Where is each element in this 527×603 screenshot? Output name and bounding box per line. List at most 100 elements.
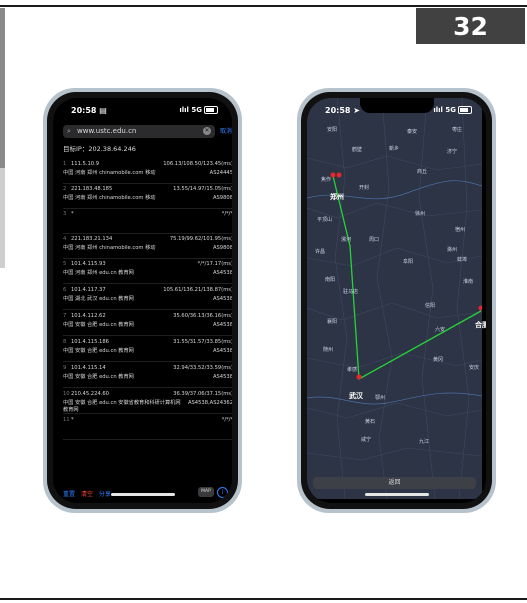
hop-ip: 210.45.224.60 (71, 391, 109, 397)
map-place-label: 鄂州 (375, 395, 386, 401)
map-place-label: 枣庄 (452, 127, 463, 133)
map-place-label: 焦作 (321, 177, 332, 183)
hop-latency: */*/* (221, 211, 232, 217)
hop-location: 中国 安徽 合肥 edu.cn 教育网 (63, 374, 134, 380)
hop-row[interactable]: 9 101.4.115.14 32.94/33.52/33.59(ms) 中国 安徽 … (63, 364, 232, 388)
map-button[interactable]: MAP (198, 487, 214, 497)
hop-latency: 105.61/136.21/138.87(ms) (163, 287, 232, 293)
city-zhengzhou: 郑州 (330, 193, 344, 201)
hop-ip: 101.4.117.37 (71, 287, 106, 293)
hop-location: 中国 河南 郑州 chinamobile.com 移动 (63, 245, 156, 251)
hop-location: 中国 安徽 合肥 edu.cn 安徽省教育和科研计算机网教育网 (63, 400, 181, 413)
hop-location: 中国 河南 郑州 edu.cn 教育网 (63, 270, 134, 276)
hop-ip: 101.4.115.14 (71, 365, 106, 371)
hop-number: 1 (63, 161, 67, 167)
map-place-label: 蚌埠 (457, 257, 468, 263)
hop-location: 中国 河南 郑州 chinamobile.com 移动 (63, 195, 156, 201)
hop-location: 中国 安徽 合肥 edu.cn 教育网 (63, 348, 134, 354)
map-place-label: 信阳 (425, 303, 436, 309)
hop-asn: AS4538 (212, 348, 232, 354)
hop-number: 9 (63, 365, 67, 371)
record-button[interactable] (230, 486, 232, 497)
info-icon[interactable]: i (217, 487, 228, 498)
hop-row[interactable]: 7 101.4.112.62 35.60/36.13/36.16(ms) 中国 安徽 … (63, 312, 232, 336)
map-place-label: 南阳 (325, 277, 336, 283)
hop-divider (63, 208, 232, 209)
hop-number: 3 (63, 211, 67, 217)
hop-latency: 106.13/108.50/123.45(ms) (163, 161, 232, 167)
search-icon: ⌕ (67, 127, 71, 135)
reset-button[interactable]: 重置 (63, 491, 75, 498)
map-place-label: 宿州 (455, 227, 466, 233)
hop-asn: AS4538 (212, 322, 232, 328)
left-scrollbar[interactable] (0, 8, 5, 168)
map-place-label: 黄冈 (433, 357, 444, 363)
hop-latency: */*/* (221, 417, 232, 423)
map-place-label: 周口 (369, 237, 380, 243)
hop-location: 中国 湖北 武汉 edu.cn 教育网 (63, 296, 134, 302)
city-wuhan: 武汉 (349, 392, 363, 400)
right-phone: 安阳 鹤壁 新乡 焦作 开封 商丘 济宁 徐州 宿州 蚌埠 淮南 平顶山 漯河 周口 阜阳 南阳 驻马店 信阳 六安… (297, 88, 496, 513)
hop-row[interactable]: 1 111.5.10.9 106.13/108.50/123.45(ms) 中国 河南… (63, 160, 232, 184)
hop-latency: 75.19/99.62/101.95(ms) (169, 236, 232, 242)
hop-latency: 35.60/36.13/36.16(ms) (173, 313, 232, 319)
map-place-label: 随州 (323, 347, 334, 353)
traceroute-screen: 20:58 ▤ ılıl 5G ⌕ www.ustc.edu.cn ✕ 取消 目… (53, 98, 232, 503)
signal-icon: ılıl (179, 106, 189, 114)
map-place-label: 阜阳 (403, 259, 414, 265)
target-ip: 目标IP：202.38.64.246 (63, 145, 136, 153)
map-place-label: 九江 (419, 439, 430, 445)
map-canvas (307, 98, 482, 499)
hop-ip: 101.4.115.93 (71, 261, 106, 267)
map-place-label: 黄石 (365, 419, 376, 425)
status-time: 20:58 ➤ (325, 106, 360, 115)
clear-icon[interactable]: ✕ (203, 127, 211, 135)
hop-asn: AS9808 (212, 195, 232, 201)
hop-divider (63, 361, 232, 362)
hop-row[interactable]: 2 221.183.48.185 13.55/14.97/15.05(ms) 中国 河… (63, 185, 232, 209)
slide-number: 32 (416, 8, 525, 44)
notch (359, 98, 434, 113)
search-input[interactable]: ⌕ www.ustc.edu.cn ✕ (63, 125, 215, 138)
home-indicator (364, 493, 429, 496)
map-place-label: 泰安 (407, 129, 418, 135)
hop-asn: AS24445 (209, 170, 232, 176)
battery-icon (204, 106, 218, 114)
hop-row[interactable]: 8 101.4.115.186 31.55/31.57/33.85(ms) 中国 安徽… (63, 338, 232, 362)
battery-icon (458, 106, 472, 114)
hop-number: 7 (63, 313, 67, 319)
hop-row[interactable]: 3 * */*/* (63, 210, 232, 234)
hop-number: 10 (63, 391, 70, 397)
map-place-label: 咸宁 (361, 437, 372, 443)
hop-row[interactable]: 10 210.45.224.60 36.39/37.06/37.15(ms) 中国 安… (63, 390, 232, 414)
signal-indicator: ılıl 5G (179, 106, 218, 114)
hop-asn: AS4538 (212, 374, 232, 380)
bottom-toolbar: 重置 清空 分享 (63, 489, 115, 498)
hop-location: 中国 安徽 合肥 edu.cn 教育网 (63, 322, 134, 328)
map-place-label: 襄阳 (327, 319, 338, 325)
hop-divider (63, 183, 232, 184)
notch (105, 98, 180, 113)
signal-icon: ılıl (433, 106, 443, 114)
map-place-label: 商丘 (417, 169, 428, 175)
left-phone: 20:58 ▤ ılıl 5G ⌕ www.ustc.edu.cn ✕ 取消 目… (43, 88, 242, 513)
hop-number: 6 (63, 287, 67, 293)
hop-divider (63, 413, 232, 414)
back-button[interactable]: 返回 (313, 477, 476, 489)
hop-row[interactable]: 11 * */*/* (63, 416, 232, 440)
map-screen: 安阳 鹤壁 新乡 焦作 开封 商丘 济宁 徐州 宿州 蚌埠 淮南 平顶山 漯河 周口 阜阳 南阳 驻马店 信阳 六安… (307, 98, 486, 503)
hop-row[interactable]: 4 221.183.21.134 75.19/99.62/101.95(ms) 中国 … (63, 235, 232, 259)
map-place-label: 淮南 (463, 279, 474, 285)
hop-asn: AS4538 (212, 270, 232, 276)
hop-row[interactable]: 5 101.4.115.93 */*/17.17(ms) 中国 河南 郑州 edu.c… (63, 260, 232, 284)
hop-number: 11 (63, 417, 70, 423)
hop-divider (63, 233, 232, 234)
map-place-label: 徐州 (415, 211, 426, 217)
share-button[interactable]: 分享 (99, 491, 111, 498)
hop-latency: 31.55/31.57/33.85(ms) (173, 339, 232, 345)
route-map[interactable]: 安阳 鹤壁 新乡 焦作 开封 商丘 济宁 徐州 宿州 蚌埠 淮南 平顶山 漯河 周口 阜阳 南阳 驻马店 信阳 六安… (307, 98, 486, 503)
map-place-label: 开封 (359, 185, 370, 191)
clear-button[interactable]: 清空 (81, 491, 93, 498)
cancel-button[interactable]: 取消 (220, 125, 232, 138)
hop-row[interactable]: 6 101.4.117.37 105.61/136.21/138.87(ms) 中国 … (63, 286, 232, 310)
